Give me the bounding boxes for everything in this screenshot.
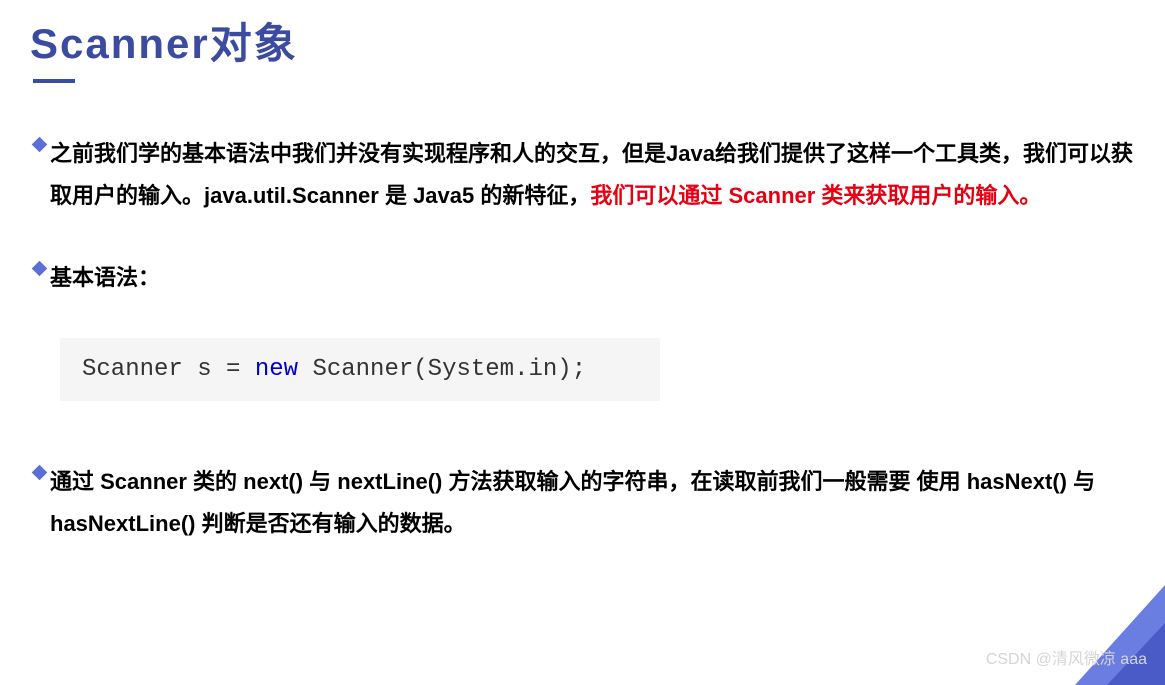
bullet-text-3: 通过 Scanner 类的 next() 与 nextLine() 方法获取输入… — [50, 461, 1135, 545]
code-part1: Scanner s = — [82, 356, 255, 383]
code-keyword: new — [255, 356, 298, 383]
title-underline — [33, 79, 75, 83]
bullet-1-highlight: 我们可以通过 Scanner 类来获取用户的输入。 — [590, 183, 1041, 208]
code-block: Scanner s = new Scanner(System.in); — [60, 338, 660, 401]
bullet-text-1: 之前我们学的基本语法中我们并没有实现程序和人的交互，但是Java给我们提供了这样… — [50, 133, 1135, 217]
watermark: CSDN @清风微凉 aaa — [986, 645, 1147, 669]
bullet-item-1: 之前我们学的基本语法中我们并没有实现程序和人的交互，但是Java给我们提供了这样… — [30, 133, 1135, 217]
page-title: Scanner对象 — [30, 10, 1135, 71]
bullet-item-2: 基本语法： — [30, 257, 1135, 299]
code-part2: Scanner(System.in); — [298, 356, 586, 383]
bullet-text-2: 基本语法： — [50, 257, 1135, 299]
bullet-item-3: 通过 Scanner 类的 next() 与 nextLine() 方法获取输入… — [30, 461, 1135, 545]
